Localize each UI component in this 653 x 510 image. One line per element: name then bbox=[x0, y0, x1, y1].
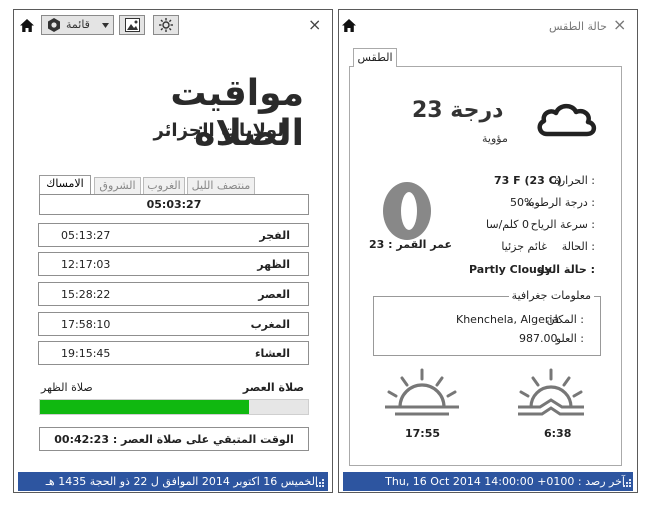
close-button[interactable]: × bbox=[308, 15, 321, 34]
logo-subtitle: لولايات الجزائر bbox=[153, 120, 284, 141]
tab-sunrise[interactable]: الشروق bbox=[94, 177, 141, 194]
remaining-time-box: الوقت المتبقي على صلاة العصر : 00:42:23 bbox=[39, 427, 309, 451]
temp-detail-label: الحرارة : bbox=[554, 174, 595, 187]
condition-value: غائم جزئيا bbox=[501, 240, 547, 253]
altitude-value: 987.00 bbox=[519, 332, 558, 345]
prayer-row-maghrib: 17:58:10 المغرب bbox=[38, 312, 309, 336]
image-button[interactable] bbox=[119, 15, 145, 35]
prayer-row-dhuhr: 12:17:03 الظهر bbox=[38, 252, 309, 276]
tab-weather[interactable]: الطقس bbox=[353, 48, 397, 67]
sun-icon bbox=[159, 18, 173, 32]
prayer-row-isha: 19:15:45 العشاء bbox=[38, 341, 309, 365]
temp-detail-value: 73 F (23 C) bbox=[494, 174, 562, 187]
place-label: المكان : bbox=[546, 313, 584, 326]
last-observation-text: آخر رصد : Thu, 16 Oct 2014 14:00:00 +010… bbox=[385, 475, 625, 488]
prayer-progress-bar bbox=[39, 399, 309, 415]
image-icon bbox=[125, 18, 140, 32]
prayer-name: العشاء bbox=[254, 347, 290, 360]
altitude-label: العلو : bbox=[555, 332, 584, 345]
chevron-down-icon bbox=[102, 23, 109, 28]
close-button[interactable]: × bbox=[613, 15, 626, 34]
geo-legend: معلومات جغرافية bbox=[508, 289, 594, 302]
tab-imsak[interactable]: الامساك bbox=[39, 175, 91, 195]
prayer-name: الفجر bbox=[259, 229, 290, 242]
prayer-name: العصر bbox=[258, 288, 290, 301]
sunrise-time: 6:38 bbox=[544, 427, 572, 440]
weather-window: حالة الطقس × الطقس 23 درجة مؤوية عمر الق… bbox=[338, 9, 638, 493]
progress-fill bbox=[40, 400, 250, 414]
moon-phase-icon bbox=[383, 182, 431, 240]
home-icon[interactable] bbox=[342, 19, 356, 32]
resize-grip-icon[interactable] bbox=[315, 478, 325, 488]
prayer-time: 12:17:03 bbox=[61, 258, 111, 271]
selected-time-value: 05:03:27 bbox=[146, 198, 202, 211]
prayer-time: 15:28:22 bbox=[61, 288, 111, 301]
tab-sunset[interactable]: الغروب bbox=[143, 177, 185, 194]
remaining-time-text: الوقت المتبقي على صلاة العصر : 00:42:23 bbox=[54, 433, 294, 446]
prayer-name: المغرب bbox=[250, 318, 290, 331]
tab-midnight[interactable]: منتصف الليل bbox=[187, 177, 255, 194]
sunrise-icon bbox=[518, 368, 584, 416]
moon-age: عمر القمر : 23 bbox=[369, 238, 452, 251]
previous-prayer-label: صلاة الظهر bbox=[41, 381, 93, 394]
menu-dropdown-button[interactable]: قائمة bbox=[41, 15, 114, 35]
status-bar: الخميس 16 اكتوبر 2014 الموافق ل 22 ذو ال… bbox=[18, 472, 328, 491]
date-text: الخميس 16 اكتوبر 2014 الموافق ل 22 ذو ال… bbox=[45, 475, 318, 488]
logo-title: مواقيت الصلاة bbox=[170, 73, 304, 154]
condition-label: الحالة : bbox=[561, 240, 595, 253]
prayer-time: 19:15:45 bbox=[61, 347, 111, 360]
geo-info-group: معلومات جغرافية Khenchela, Algeria المكا… bbox=[373, 289, 601, 356]
prayer-time: 17:58:10 bbox=[61, 318, 111, 331]
sky-label: حالة الجو : bbox=[537, 263, 595, 276]
next-prayer-label: صلاة العصر bbox=[242, 381, 304, 394]
wind-label: سرعة الرياح : bbox=[530, 218, 595, 231]
temperature-unit: مؤوية bbox=[482, 132, 508, 145]
resize-grip-icon[interactable] bbox=[622, 478, 632, 488]
window-title: حالة الطقس bbox=[549, 20, 607, 33]
selected-time-box: 05:03:27 bbox=[39, 194, 309, 215]
place-value: Khenchela, Algeria bbox=[456, 313, 560, 326]
sunset-time: 17:55 bbox=[405, 427, 441, 440]
prayer-row-fajr: 05:13:27 الفجر bbox=[38, 223, 309, 247]
brightness-button[interactable] bbox=[153, 15, 179, 35]
home-icon[interactable] bbox=[20, 19, 34, 32]
sunset-icon bbox=[385, 368, 459, 416]
wind-value: 0 كلم/سا bbox=[486, 218, 529, 231]
prayer-row-asr: 15:28:22 العصر bbox=[38, 282, 309, 306]
prayer-times-window: قائمة × مواقيت الصلاة لولايات الجزائر ال… bbox=[13, 9, 333, 493]
cloud-icon bbox=[537, 103, 597, 137]
status-bar: آخر رصد : Thu, 16 Oct 2014 14:00:00 +010… bbox=[343, 472, 633, 491]
menu-label: قائمة bbox=[66, 18, 90, 31]
prayer-name: الظهر bbox=[257, 258, 290, 271]
prayer-time: 05:13:27 bbox=[61, 229, 111, 242]
gear-icon bbox=[48, 18, 60, 32]
humidity-label: درجة الرطوبة : bbox=[525, 196, 595, 209]
temperature-value: 23 درجة bbox=[412, 98, 504, 123]
